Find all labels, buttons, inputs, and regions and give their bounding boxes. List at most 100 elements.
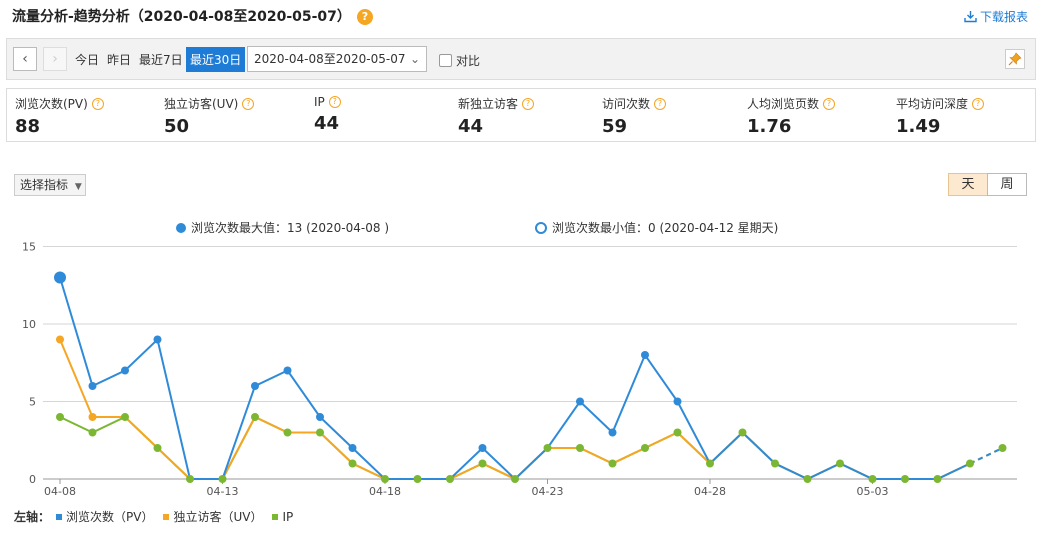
metric-value: 44 bbox=[314, 113, 340, 134]
caret-down-icon: ▼ bbox=[74, 182, 82, 192]
y-tick-label: 15 bbox=[22, 241, 36, 254]
series-ip-point bbox=[868, 475, 877, 483]
series-ip-point bbox=[608, 459, 617, 468]
series-ip-point bbox=[706, 459, 714, 468]
metric-pages-per-user: 人均浏览页数? 1.76 bbox=[747, 95, 836, 137]
min-value-annotation: 浏览次数最小值：0 (2020-04-12 星期天) bbox=[535, 219, 778, 236]
min-value-label: 浏览次数最小值：0 (2020-04-12 星期天) bbox=[552, 221, 779, 235]
quick-range-yesterday[interactable]: 昨日 bbox=[107, 51, 131, 68]
series-ip-point bbox=[576, 444, 584, 452]
series-pv-line bbox=[59, 277, 971, 481]
series-ip-point bbox=[56, 413, 64, 421]
series-uv-point bbox=[56, 335, 64, 344]
quick-range-30days[interactable]: 最近30日 bbox=[186, 47, 246, 72]
metric-label: IP bbox=[314, 95, 325, 109]
series-pv-line-partial bbox=[969, 447, 1003, 465]
help-icon[interactable]: ? bbox=[242, 97, 255, 110]
series-ip-point bbox=[901, 475, 909, 483]
series-pv-point bbox=[673, 397, 682, 406]
max-value-label: 浏览次数最大值：13 (2020-04-08 ) bbox=[191, 221, 390, 235]
compare-checkbox[interactable] bbox=[439, 54, 452, 67]
series-ip-point bbox=[251, 413, 259, 421]
series-ip-point bbox=[413, 475, 422, 483]
series-ip-point bbox=[933, 475, 942, 483]
series-pv-point bbox=[576, 397, 584, 406]
chart-legend: 左轴： 浏览次数（PV） 独立访客（UV） IP bbox=[14, 508, 293, 525]
series-ip-point bbox=[88, 428, 97, 437]
metric-value: 59 bbox=[602, 116, 628, 137]
metric-ip: IP? 44 bbox=[314, 95, 341, 134]
help-icon[interactable]: ? bbox=[328, 96, 341, 108]
metric-value: 44 bbox=[458, 116, 484, 137]
series-ip-point bbox=[186, 475, 194, 483]
series-pv-point bbox=[316, 413, 324, 421]
series-ip-line bbox=[59, 415, 971, 481]
legend-swatch-uv bbox=[163, 513, 170, 520]
metrics-summary: 浏览次数(PV)? 88 独立访客(UV)? 50 IP? 44 新独立访客? … bbox=[6, 88, 1036, 142]
y-tick-label: 10 bbox=[22, 318, 36, 331]
x-tick-label: 04-23 bbox=[532, 485, 564, 498]
prev-period-button[interactable]: ‹ bbox=[13, 47, 37, 71]
metric-label: 人均浏览页数 bbox=[747, 97, 820, 111]
help-icon[interactable]: ? bbox=[972, 97, 985, 110]
help-icon[interactable]: ? bbox=[654, 97, 667, 110]
chevron-down-icon: ⌄ bbox=[409, 52, 420, 66]
pin-button[interactable] bbox=[1005, 49, 1025, 69]
help-icon[interactable]: ? bbox=[356, 9, 373, 25]
x-tick-label: 04-18 bbox=[369, 485, 401, 498]
metric-value: 1.76 bbox=[747, 116, 792, 137]
quick-range-today[interactable]: 今日 bbox=[75, 51, 99, 68]
series-pv-point bbox=[251, 382, 259, 390]
metric-value: 88 bbox=[15, 116, 41, 137]
download-report-link[interactable]: 下载报表 bbox=[964, 8, 1028, 25]
help-icon[interactable]: ? bbox=[823, 97, 836, 110]
max-value-annotation: 浏览次数最大值：13 (2020-04-08 ) bbox=[176, 219, 389, 236]
legend-swatch-ip bbox=[272, 513, 279, 520]
metric-visit-depth: 平均访问深度? 1.49 bbox=[896, 95, 985, 137]
date-toolbar: ‹ › 今日 昨日 最近7日 最近30日 2020-04-08至2020-05-… bbox=[6, 38, 1036, 80]
pin-icon bbox=[1008, 52, 1022, 66]
chevron-right-icon: › bbox=[52, 51, 58, 67]
select-metric-dropdown[interactable]: 选择指标 ▼ bbox=[14, 174, 86, 196]
metric-uv: 独立访客(UV)? 50 bbox=[164, 95, 255, 137]
series-uv-line bbox=[59, 339, 971, 481]
series-ip-point bbox=[511, 475, 519, 483]
metric-new-uv: 新独立访客? 44 bbox=[458, 95, 535, 137]
series-ip-point bbox=[673, 428, 682, 437]
series-ip-point bbox=[283, 428, 292, 437]
series-pv-point bbox=[88, 382, 97, 390]
series-ip-point bbox=[543, 444, 552, 452]
quick-range-7days[interactable]: 最近7日 bbox=[139, 51, 183, 68]
metric-value: 1.49 bbox=[896, 116, 941, 137]
metric-pv: 浏览次数(PV)? 88 bbox=[15, 95, 104, 137]
select-metric-label: 选择指标 bbox=[20, 178, 69, 192]
help-icon[interactable]: ? bbox=[522, 97, 535, 110]
granularity-week-button[interactable]: 周 bbox=[987, 173, 1027, 196]
series-ip-point bbox=[478, 459, 487, 468]
series-ip-point bbox=[446, 475, 454, 483]
x-tick-label: 05-03 bbox=[857, 485, 889, 498]
compare-toggle[interactable]: 对比 bbox=[439, 52, 480, 69]
legend-item-pv[interactable]: 浏览次数（PV） bbox=[66, 508, 153, 525]
metric-label: 平均访问深度 bbox=[896, 97, 969, 111]
series-ip-point bbox=[348, 459, 357, 468]
legend-item-ip[interactable]: IP bbox=[282, 510, 293, 524]
series-ip-point bbox=[738, 428, 747, 437]
hollow-dot-icon bbox=[535, 221, 547, 234]
metric-label: 访问次数 bbox=[602, 97, 651, 111]
series-ip-point bbox=[121, 413, 129, 421]
legend-item-uv[interactable]: 独立访客（UV） bbox=[173, 508, 262, 525]
help-icon[interactable]: ? bbox=[91, 97, 104, 110]
date-range-select[interactable]: 2020-04-08至2020-05-07 ⌄ bbox=[247, 46, 427, 72]
granularity-day-button[interactable]: 天 bbox=[948, 173, 988, 196]
series-ip-point bbox=[966, 459, 974, 468]
date-range-value: 2020-04-08至2020-05-07 bbox=[254, 52, 406, 66]
series-ip-point bbox=[316, 428, 324, 437]
series-ip-point bbox=[641, 444, 649, 452]
series-ip-point bbox=[803, 475, 812, 483]
filled-dot-icon bbox=[176, 222, 186, 233]
next-period-button[interactable]: › bbox=[43, 47, 67, 71]
series-pv-point bbox=[478, 444, 487, 452]
compare-label: 对比 bbox=[456, 54, 481, 68]
series-uv-point bbox=[88, 413, 97, 421]
